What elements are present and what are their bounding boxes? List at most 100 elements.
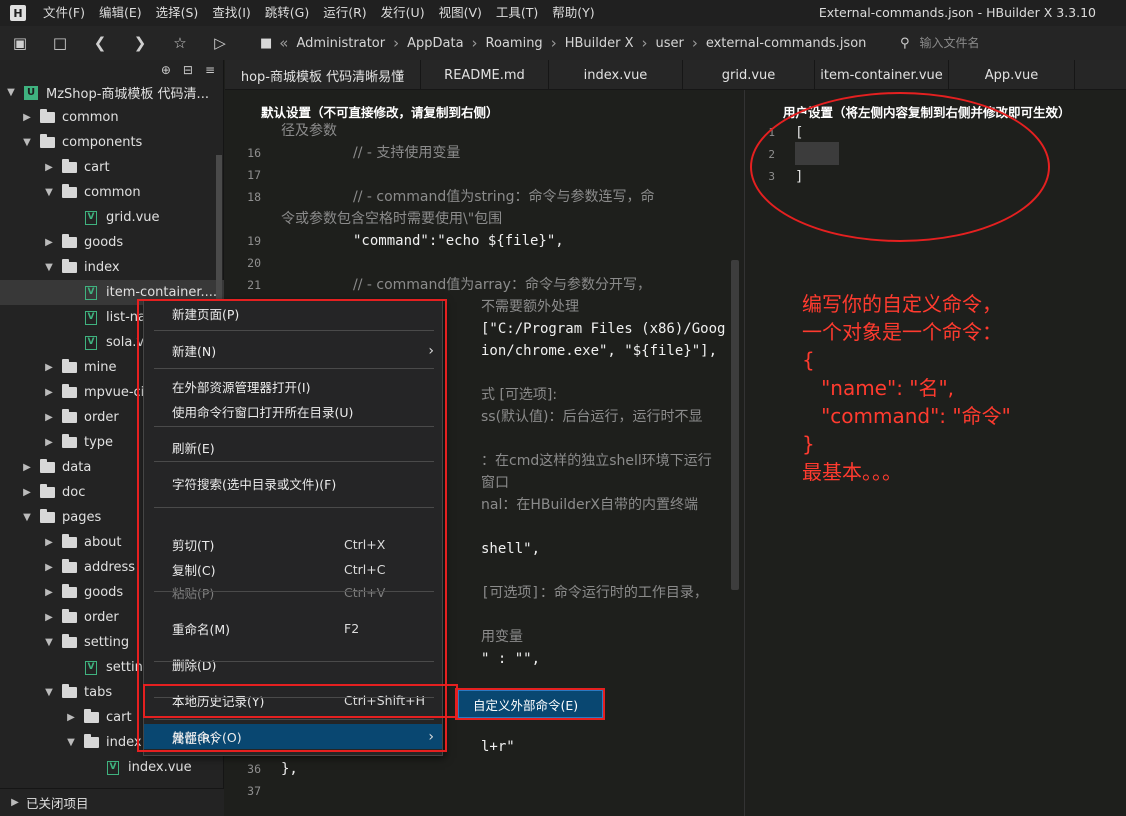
closed-projects[interactable]: ▶ 已关闭项目 <box>0 788 224 816</box>
breadcrumb-item[interactable]: external-commands.json <box>701 36 872 51</box>
star-icon[interactable]: ☆ <box>160 26 200 60</box>
folder-icon <box>82 734 100 750</box>
annotation-line: 编写你的自定义命令， <box>802 292 1002 316</box>
code-text: 式 [可选项]: <box>481 387 558 403</box>
editor-tab[interactable]: README.md <box>421 60 549 90</box>
menu-item[interactable]: 发行(U) <box>374 0 432 26</box>
chevron-down-icon[interactable]: ▼ <box>42 637 56 648</box>
tree-file[interactable]: Vindex.vue <box>0 755 224 780</box>
chevron-right-icon[interactable]: ▶ <box>42 562 56 573</box>
menu-icon[interactable]: ≡ <box>205 63 215 77</box>
chevron-right-icon[interactable]: ▶ <box>20 487 34 498</box>
save-icon[interactable]: □ <box>40 26 80 60</box>
run-icon[interactable]: ▷ <box>200 26 240 60</box>
breadcrumb-separator-icon: › <box>691 34 698 52</box>
chevron-right-icon[interactable]: ▶ <box>42 537 56 548</box>
menu-item[interactable]: 查找(I) <box>205 0 257 26</box>
chevron-right-icon[interactable]: ▶ <box>42 437 56 448</box>
context-menu-item[interactable]: 新建(N) › <box>144 338 442 363</box>
new-file-icon[interactable]: ▣ <box>0 26 40 60</box>
file-search-input[interactable] <box>919 36 1100 50</box>
tree-label: common <box>62 110 119 125</box>
tree-folder[interactable]: ▶ common <box>0 105 224 130</box>
chevron-right-icon[interactable]: ▶ <box>64 712 78 723</box>
editor-scrollbar[interactable] <box>731 260 739 590</box>
tree-folder[interactable]: ▼ index <box>0 255 224 280</box>
chevron-down-icon[interactable]: ▼ <box>20 512 34 523</box>
chevron-right-icon[interactable]: ▶ <box>42 362 56 373</box>
context-menu-item[interactable]: 新建页面(P) <box>144 301 442 326</box>
chevron-right-icon[interactable]: ▶ <box>42 387 56 398</box>
context-menu-item[interactable]: 删除(D) <box>144 652 442 677</box>
chevron-down-icon[interactable]: ▼ <box>64 737 78 748</box>
tree-label: settin <box>106 660 143 675</box>
chevron-right-icon[interactable]: ▶ <box>20 112 34 123</box>
breadcrumb-item[interactable]: HBuilder X <box>560 36 639 51</box>
menu-bar: H 文件(F) 编辑(E) 选择(S) 查找(I) 跳转(G) 运行(R) 发行(U) 视图(… <box>0 0 1126 26</box>
collapse-icon[interactable]: ⊟ <box>183 63 193 77</box>
context-menu-item[interactable]: 在外部资源管理器打开(I) <box>144 374 442 399</box>
breadcrumb-item[interactable]: Roaming <box>481 36 548 51</box>
forward-icon[interactable]: ❯ <box>120 26 160 60</box>
closed-projects-label: 已关闭项目 <box>26 796 89 811</box>
menu-item[interactable]: 文件(F) <box>36 0 92 26</box>
locate-icon[interactable]: ⊕ <box>161 63 171 77</box>
menu-item[interactable]: 视图(V) <box>432 0 489 26</box>
tree-label: type <box>84 435 114 450</box>
chevron-right-icon[interactable]: ▶ <box>42 587 56 598</box>
context-menu-item[interactable]: 属性(R) <box>144 725 442 750</box>
chevron-right-icon[interactable]: ▶ <box>20 462 34 473</box>
menu-item[interactable]: 编辑(E) <box>92 0 149 26</box>
chevron-right-icon[interactable]: ▶ <box>42 237 56 248</box>
annotation-ellipse <box>750 92 1050 242</box>
context-menu-item[interactable]: 刷新(E) <box>144 435 442 460</box>
folder-icon: ■ <box>260 35 273 51</box>
editor-tab[interactable]: item-container.vue <box>815 60 949 90</box>
chevron-down-icon[interactable]: ▼ <box>4 87 18 98</box>
menu-item[interactable]: 工具(T) <box>489 0 545 26</box>
tree-label: doc <box>62 485 86 500</box>
tree-folder[interactable]: ▼ common <box>0 180 224 205</box>
breadcrumb-item[interactable]: AppData <box>402 36 468 51</box>
chevron-down-icon[interactable]: ▼ <box>42 262 56 273</box>
sidebar-scrollbar[interactable] <box>216 155 222 305</box>
chevron-right-icon[interactable]: ▶ <box>42 162 56 173</box>
context-menu-item[interactable]: 字符搜索(选中目录或文件)(F) <box>144 471 442 496</box>
vue-file-icon: V <box>82 310 100 325</box>
project-root[interactable]: ▼ U MzShop-商城模板 代码清... <box>0 80 224 105</box>
vue-file-icon: V <box>82 335 100 350</box>
chevron-down-icon[interactable]: ▼ <box>20 137 34 148</box>
custom-external-command-item[interactable]: 自定义外部命令(E) <box>459 695 578 714</box>
folder-icon <box>38 459 56 475</box>
menu-item[interactable]: 跳转(G) <box>258 0 316 26</box>
tree-folder[interactable]: ▼ components <box>0 130 224 155</box>
editor-tab[interactable]: grid.vue <box>683 60 815 90</box>
menu-item[interactable]: 运行(R) <box>316 0 373 26</box>
file-search[interactable]: ⚲ <box>900 31 1120 55</box>
breadcrumb-item[interactable]: Administrator <box>291 36 390 51</box>
chevron-down-icon[interactable]: ▼ <box>42 687 56 698</box>
tree-file[interactable]: Vgrid.vue <box>0 205 224 230</box>
tree-folder[interactable]: ▶ cart <box>0 155 224 180</box>
menu-item[interactable]: 选择(S) <box>149 0 206 26</box>
external-command-submenu[interactable]: 自定义外部命令(E) <box>458 690 603 718</box>
breadcrumb-separator-icon: › <box>471 34 478 52</box>
chevron-right-icon[interactable]: ▶ <box>42 612 56 623</box>
context-menu-item[interactable]: 使用命令行窗口打开所在目录(U) <box>144 399 442 424</box>
tree-folder[interactable]: ▶ goods <box>0 230 224 255</box>
chevron-right-icon[interactable]: ▶ <box>42 412 56 423</box>
menu-item[interactable]: 帮助(Y) <box>545 0 601 26</box>
breadcrumb-item[interactable]: user <box>650 36 688 51</box>
context-menu-item[interactable]: 本地历史记录(Y) Ctrl+Shift+H <box>144 688 442 713</box>
editor-tab[interactable]: index.vue <box>549 60 683 90</box>
folder-icon <box>60 609 78 625</box>
context-menu-item[interactable]: 剪切(T) Ctrl+X <box>144 532 442 557</box>
breadcrumb-overflow-icon[interactable]: « <box>276 34 291 52</box>
back-icon[interactable]: ❮ <box>80 26 120 60</box>
editor-tab[interactable]: hop-商城模板 代码清晰易懂 <box>225 60 421 90</box>
editor-tab[interactable]: App.vue <box>949 60 1075 90</box>
context-menu-item[interactable]: 复制(C) Ctrl+C <box>144 557 442 582</box>
folder-icon <box>60 434 78 450</box>
context-menu-item[interactable]: 重命名(M) F2 <box>144 616 442 641</box>
chevron-down-icon[interactable]: ▼ <box>42 187 56 198</box>
